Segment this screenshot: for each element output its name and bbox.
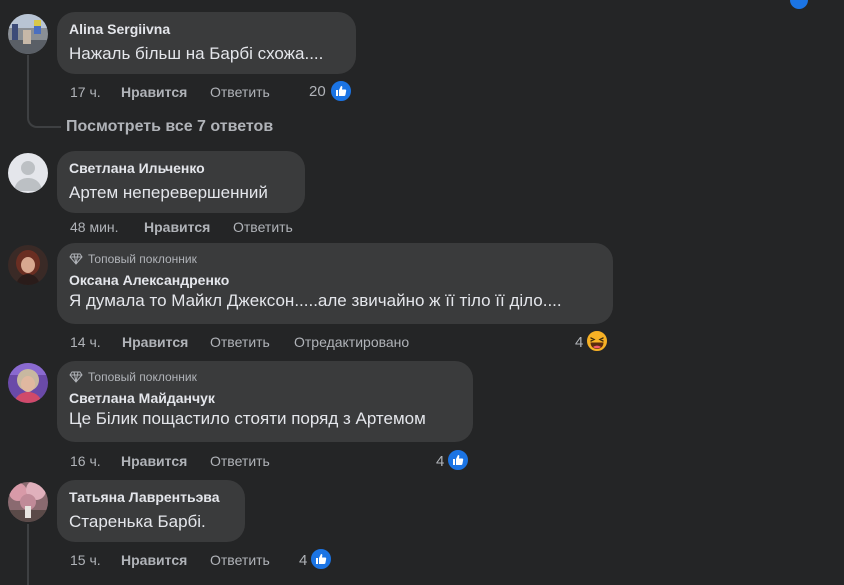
thread-line	[27, 524, 29, 585]
reply-link[interactable]: Ответить	[210, 83, 270, 101]
like-link[interactable]: Нравится	[144, 218, 210, 236]
like-reaction-icon[interactable]	[309, 547, 333, 571]
comment-author[interactable]: Светлана Ильченко	[69, 159, 293, 177]
comment-text: Старенька Барбі.	[69, 512, 206, 531]
thread-elbow	[27, 100, 61, 128]
reply-link[interactable]: Ответить	[233, 218, 293, 236]
like-link[interactable]: Нравится	[121, 551, 187, 569]
like-reaction-icon[interactable]	[329, 79, 353, 103]
avatar[interactable]	[8, 245, 48, 285]
comment-text: Це Білик пощастило стояти поряд з Артемо…	[69, 409, 426, 428]
comment-author[interactable]: Alina Sergiivna	[69, 20, 344, 38]
comment-author[interactable]: Оксана Александренко	[69, 271, 601, 289]
like-link[interactable]: Нравится	[121, 83, 187, 101]
comment-time[interactable]: 48 мин.	[70, 218, 119, 236]
haha-reaction-icon[interactable]	[585, 329, 609, 353]
diamond-icon	[69, 371, 83, 383]
comment-bubble: Светлана Ильченко Артем неперевершенний	[57, 151, 305, 213]
reaction-count[interactable]: 20	[309, 83, 326, 101]
reaction-count[interactable]: 4	[436, 453, 444, 471]
comment-bubble: Топовый поклонник Светлана Майданчук Це …	[57, 361, 473, 442]
like-reaction-icon[interactable]	[446, 448, 470, 472]
comment-text: Артем неперевершенний	[69, 183, 268, 202]
reaction-count[interactable]: 4	[575, 334, 583, 352]
reply-link[interactable]: Ответить	[210, 333, 270, 351]
edited-label: Отредактировано	[294, 334, 410, 350]
avatar[interactable]	[8, 363, 48, 403]
avatar[interactable]	[8, 482, 48, 522]
comment-author[interactable]: Татьяна Лаврентьэва	[69, 488, 233, 506]
like-link[interactable]: Нравится	[122, 333, 188, 351]
avatar[interactable]	[8, 153, 48, 193]
badge-label: Топовый поклонник	[88, 252, 197, 266]
comment-time[interactable]: 14 ч.	[70, 333, 101, 351]
top-partial-icon	[790, 0, 808, 9]
comment-text: Нажаль більш на Барбі схожа....	[69, 44, 324, 63]
reply-link[interactable]: Ответить	[210, 551, 270, 569]
diamond-icon	[69, 253, 83, 265]
comment-bubble: Татьяна Лаврентьэва Старенька Барбі.	[57, 480, 245, 542]
view-replies-link[interactable]: Посмотреть все 7 ответов	[66, 117, 273, 137]
comment-time[interactable]: 15 ч.	[70, 551, 101, 569]
comment-time[interactable]: 16 ч.	[70, 452, 101, 470]
reaction-count[interactable]: 4	[299, 552, 307, 570]
like-link[interactable]: Нравится	[121, 452, 187, 470]
top-fan-badge: Топовый поклонник	[69, 251, 601, 267]
comment-time[interactable]: 17 ч.	[70, 83, 101, 101]
comment-bubble: Alina Sergiivna Нажаль більш на Барбі сх…	[57, 12, 356, 74]
top-fan-badge: Топовый поклонник	[69, 369, 461, 385]
avatar[interactable]	[8, 14, 48, 54]
badge-label: Топовый поклонник	[88, 370, 197, 384]
comment-text: Я думала то Майкл Джексон.....але звичай…	[69, 291, 562, 310]
reply-link[interactable]: Ответить	[210, 452, 270, 470]
comment-bubble: Топовый поклонник Оксана Александренко Я…	[57, 243, 613, 324]
comment-author[interactable]: Светлана Майданчук	[69, 389, 461, 407]
